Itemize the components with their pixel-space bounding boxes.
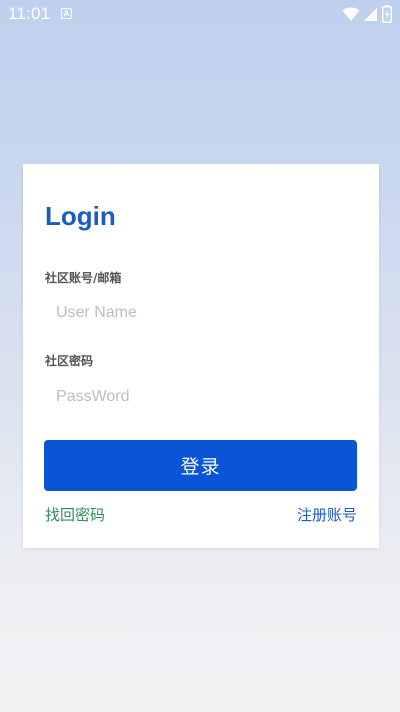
password-label: 社区密码 [45,354,94,368]
notification-a-icon: A [61,8,72,19]
signal-icon [364,6,378,22]
forgot-password-link[interactable]: 找回密码 [45,505,105,525]
login-card: Login 社区账号/邮箱 社区密码 登录 找回密码 注册账号 [23,164,379,548]
password-input[interactable] [45,382,357,412]
login-title: Login [45,201,116,231]
status-icons [342,5,392,23]
account-label: 社区账号/邮箱 [45,271,122,285]
status-time: 11:01 [8,4,51,23]
wifi-icon [342,6,360,22]
battery-charging-icon [382,5,392,23]
username-input[interactable] [45,298,357,328]
login-button[interactable]: 登录 [44,440,357,491]
register-account-link[interactable]: 注册账号 [297,505,357,525]
status-bar: 11:01 A [0,0,400,28]
